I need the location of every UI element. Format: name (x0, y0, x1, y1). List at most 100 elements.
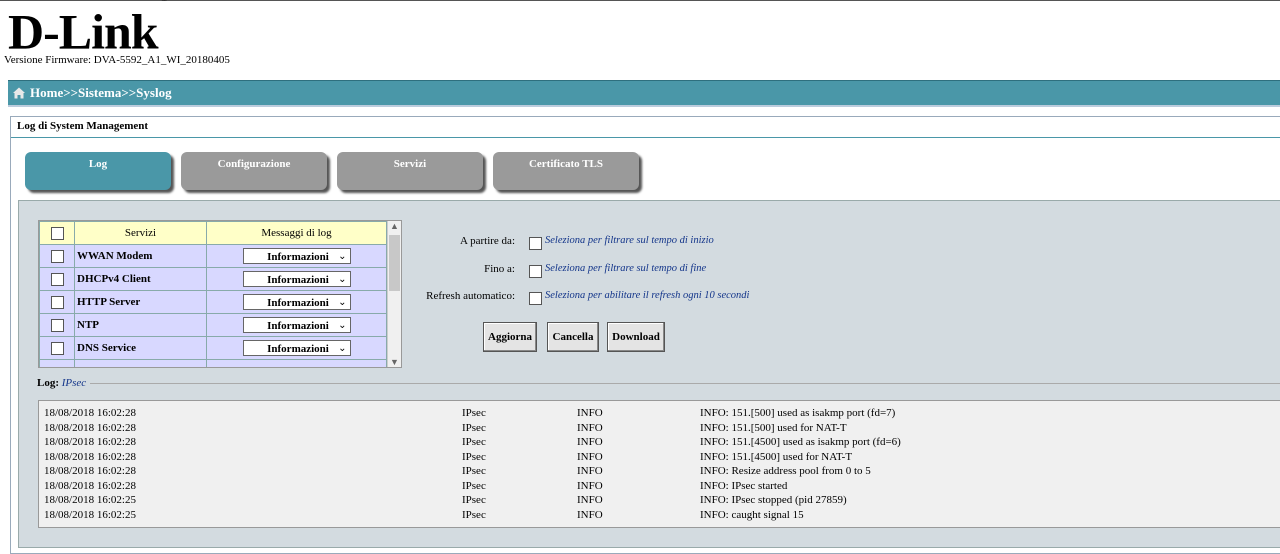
tab-configurazione[interactable]: Configurazione (181, 152, 327, 190)
row-checkbox[interactable] (50, 272, 64, 286)
log-time: 18/08/2018 16:02:25 (44, 508, 136, 521)
to-hint: Seleziona per filtrare sul tempo di fine (545, 263, 707, 274)
chevron-down-icon: ⌄ (338, 320, 347, 331)
tab-servizi[interactable]: Servizi (337, 152, 483, 190)
chevron-down-icon: ⌄ (338, 343, 347, 354)
table-row: HTTP Server Informazioni ⌄ (39, 290, 387, 314)
log-service: IPsec (462, 479, 486, 492)
breadcrumb[interactable]: Home>>Sistema>>Syslog (30, 81, 172, 105)
log-entry: 18/08/2018 16:02:28 IPsec INFO INFO: 151… (39, 406, 1280, 421)
log-time: 18/08/2018 16:02:28 (44, 407, 136, 419)
log-level-select[interactable]: Informazioni ⌄ (242, 248, 351, 264)
dlink-logo: D-Link® (8, 0, 169, 60)
scroll-up-icon[interactable]: ▲ (390, 221, 399, 231)
log-message: INFO: IPsec stopped (pid 27859) (700, 494, 847, 506)
home-icon[interactable] (12, 86, 26, 100)
from-label: A partire da: (460, 235, 515, 247)
log-entry: 18/08/2018 16:02:28 IPsec INFO INFO: 151… (39, 421, 1280, 436)
log-level: INFO (577, 450, 603, 463)
row-checkbox[interactable] (50, 249, 64, 263)
select-all-checkbox[interactable] (50, 226, 64, 240)
services-table: Servizi Messaggi di log WWAN Modem Infor… (39, 221, 387, 367)
service-name: WWAN Modem (74, 244, 207, 268)
from-hint: Seleziona per filtrare sul tempo di iniz… (545, 235, 714, 246)
service-name: DNS Service (74, 336, 207, 360)
update-button[interactable]: Aggiorna (483, 322, 537, 352)
log-entry: 18/08/2018 16:02:25 IPsec INFO INFO: cau… (39, 508, 1280, 523)
log-time: 18/08/2018 16:02:28 (44, 421, 136, 434)
firmware-version: Versione Firmware: DVA-5592_A1_WI_201804… (4, 54, 230, 66)
log-service: IPsec (462, 494, 486, 506)
log-message: INFO: caught signal 15 (700, 508, 804, 521)
from-checkbox[interactable] (529, 237, 542, 250)
select-all-cell (39, 221, 75, 245)
log-message: INFO: 151.[4500] used for NAT-T (700, 450, 853, 463)
row-checkbox[interactable] (50, 318, 64, 332)
log-time: 18/08/2018 16:02:28 (44, 479, 136, 492)
log-message: INFO: IPsec started (700, 479, 788, 492)
log-level: INFO (577, 421, 603, 434)
log-service: IPsec (462, 465, 486, 477)
log-level: INFO (577, 508, 603, 521)
log-level: INFO (577, 436, 603, 448)
log-level-select[interactable]: Informazioni ⌄ (242, 271, 351, 287)
chevron-down-icon: ⌄ (338, 251, 347, 262)
table-row: DNS Service Informazioni ⌄ (39, 336, 387, 360)
log-level: INFO (577, 465, 603, 477)
log-entry: 18/08/2018 16:02:28 IPsec INFO INFO: IPs… (39, 479, 1280, 494)
log-divider (90, 383, 1280, 384)
log-message: INFO: 151.[500] used for NAT-T (700, 421, 847, 434)
to-checkbox[interactable] (529, 265, 542, 278)
log-service: IPsec (462, 436, 486, 448)
log-level: INFO (577, 494, 603, 506)
to-label: Fino a: (484, 263, 515, 275)
table-row: DHCPv4 Client Informazioni ⌄ (39, 267, 387, 291)
tab-log[interactable]: Log (25, 152, 171, 190)
refresh-hint: Seleziona per abilitare il refresh ogni … (545, 290, 750, 301)
download-button[interactable]: Download (607, 322, 665, 352)
scroll-down-icon[interactable]: ▼ (390, 357, 399, 367)
log-entry: 18/08/2018 16:02:28 IPsec INFO INFO: 151… (39, 435, 1280, 450)
row-checkbox[interactable] (50, 295, 64, 309)
log-time: 18/08/2018 16:02:28 (44, 465, 136, 477)
log-service: IPsec (462, 508, 486, 521)
row-checkbox[interactable] (50, 341, 64, 355)
chevron-down-icon: ⌄ (338, 297, 347, 308)
service-name: NTP (74, 313, 207, 337)
section-divider (11, 137, 1280, 138)
log-service: IPsec (462, 407, 486, 419)
services-table-container: Servizi Messaggi di log WWAN Modem Infor… (38, 220, 402, 368)
table-row: WWAN Modem Informazioni ⌄ (39, 244, 387, 268)
refresh-label: Refresh automatico: (426, 290, 515, 302)
log-entry: 18/08/2018 16:02:25 IPsec INFO INFO: IPs… (39, 493, 1280, 508)
log-time: 18/08/2018 16:02:28 (44, 436, 136, 448)
log-time: 18/08/2018 16:02:28 (44, 450, 136, 463)
log-level-select[interactable]: Informazioni ⌄ (242, 317, 351, 333)
service-name: DHCPv4 Client (74, 267, 207, 291)
log-level-select[interactable]: Informazioni ⌄ (242, 340, 351, 356)
log-level-select[interactable]: Informazioni ⌄ (242, 294, 351, 310)
log-entry: 18/08/2018 16:02:28 IPsec INFO INFO: Res… (39, 464, 1280, 479)
breadcrumb-bar: Home>>Sistema>>Syslog (8, 80, 1280, 107)
tab-certificato-tls[interactable]: Certificato TLS (493, 152, 639, 190)
col-header-servizi: Servizi (74, 221, 207, 245)
table-scrollbar[interactable]: ▲ ▼ (387, 221, 401, 367)
scrollbar-thumb[interactable] (389, 235, 400, 291)
log-entries: 18/08/2018 16:02:28 IPsec INFO INFO: 151… (38, 400, 1280, 528)
log-message: INFO: 151.[500] used as isakmp port (fd=… (700, 407, 896, 419)
col-header-messaggi: Messaggi di log (206, 221, 387, 245)
cancel-button[interactable]: Cancella (547, 322, 599, 352)
table-row (39, 359, 387, 367)
chevron-down-icon: ⌄ (338, 274, 347, 285)
top-border (0, 0, 1280, 1)
log-service: IPsec (462, 450, 486, 463)
section-title: Log di System Management (17, 120, 149, 132)
log-message: INFO: 151.[4500] used as isakmp port (fd… (700, 436, 901, 448)
service-name: HTTP Server (74, 290, 207, 314)
log-entry: 18/08/2018 16:02:28 IPsec INFO INFO: 151… (39, 450, 1280, 465)
log-time: 18/08/2018 16:02:25 (44, 494, 136, 506)
refresh-checkbox[interactable] (529, 292, 542, 305)
log-level: INFO (577, 407, 603, 419)
log-service: IPsec (462, 421, 486, 434)
log-level: INFO (577, 479, 603, 492)
